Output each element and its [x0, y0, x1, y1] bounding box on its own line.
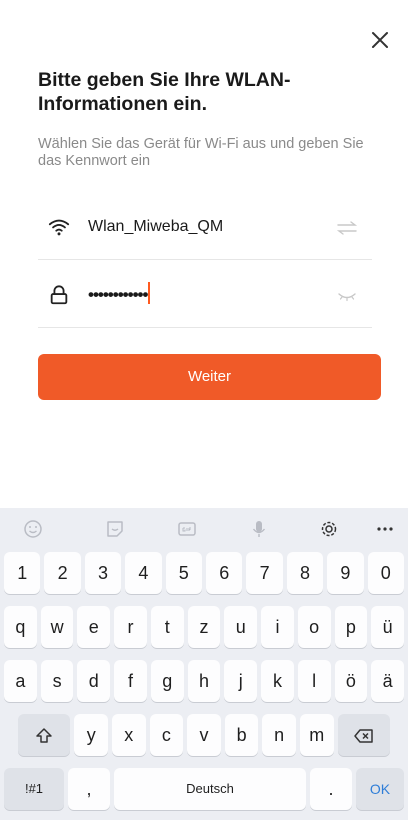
key-e[interactable]: e: [77, 606, 111, 648]
key-c[interactable]: c: [149, 714, 184, 756]
space-key[interactable]: Deutsch: [114, 768, 306, 810]
key-a[interactable]: a: [4, 660, 37, 702]
close-button[interactable]: [368, 28, 392, 52]
key-j[interactable]: j: [224, 660, 258, 702]
key-m[interactable]: m: [300, 714, 334, 756]
eye-closed-icon[interactable]: [336, 288, 358, 304]
key-o[interactable]: o: [297, 606, 331, 648]
key-q[interactable]: q: [4, 606, 37, 648]
key-r[interactable]: r: [114, 606, 147, 648]
key-n[interactable]: n: [262, 714, 296, 756]
keyboard-toolbar: [0, 508, 408, 550]
shift-icon: [36, 728, 53, 743]
lock-icon: [50, 285, 68, 305]
key-s[interactable]: s: [40, 660, 74, 702]
wifi-icon: [48, 219, 70, 236]
next-button[interactable]: Weiter: [38, 354, 381, 400]
symbols-key[interactable]: !#1: [4, 768, 64, 810]
password-input[interactable]: ••••••••••••: [88, 282, 151, 305]
key-w[interactable]: w: [40, 606, 74, 648]
key-ä[interactable]: ä: [371, 660, 404, 702]
key-6[interactable]: 6: [206, 552, 243, 594]
key-x[interactable]: x: [112, 714, 146, 756]
key-5[interactable]: 5: [165, 552, 202, 594]
settings-icon[interactable]: [318, 518, 340, 540]
page-title: Bitte geben Sie Ihre WLAN-Informationen …: [38, 69, 291, 115]
key-d[interactable]: d: [77, 660, 111, 702]
key-g[interactable]: g: [150, 660, 184, 702]
key-v[interactable]: v: [187, 714, 221, 756]
backspace-icon: [353, 729, 373, 743]
password-field[interactable]: ••••••••••••: [38, 264, 372, 328]
onscreen-keyboard: 1 2 3 4 5 6 7 8 9 0 q w e r t z u i o p ü a s d f g h j k l ö ä y x c v b n m!…: [0, 508, 408, 820]
close-icon: [372, 32, 388, 48]
switch-network-icon[interactable]: [336, 220, 358, 236]
wifi-network-field[interactable]: Wlan_Miweba_QM: [38, 196, 372, 260]
key-h[interactable]: h: [187, 660, 221, 702]
period-key[interactable]: .: [310, 768, 352, 810]
shift-key[interactable]: [18, 714, 71, 756]
wifi-ssid: Wlan_Miweba_QM: [88, 218, 224, 235]
backspace-key[interactable]: [337, 714, 390, 756]
key-4[interactable]: 4: [125, 552, 162, 594]
key-y[interactable]: y: [74, 714, 108, 756]
key-t[interactable]: t: [150, 606, 184, 648]
key-7[interactable]: 7: [246, 552, 283, 594]
more-icon[interactable]: [374, 518, 396, 540]
page-subtitle: Wählen Sie das Gerät für Wi-Fi aus und g…: [38, 136, 364, 169]
emoji-icon[interactable]: [22, 518, 44, 540]
key-i[interactable]: i: [261, 606, 294, 648]
key-1[interactable]: 1: [4, 552, 41, 594]
key-9[interactable]: 9: [327, 552, 364, 594]
key-8[interactable]: 8: [286, 552, 324, 594]
key-u[interactable]: u: [224, 606, 258, 648]
key-z[interactable]: z: [187, 606, 221, 648]
sticker-icon[interactable]: [104, 518, 126, 540]
comma-key[interactable]: ,: [68, 768, 110, 810]
key-2[interactable]: 2: [44, 552, 81, 594]
key-b[interactable]: b: [224, 714, 259, 756]
key-0[interactable]: 0: [367, 552, 404, 594]
ok-key[interactable]: OK: [356, 768, 404, 810]
text-cursor: [148, 282, 151, 304]
microphone-icon[interactable]: [248, 518, 270, 540]
key-p[interactable]: p: [334, 606, 368, 648]
key-l[interactable]: l: [297, 660, 331, 702]
key-k[interactable]: k: [261, 660, 294, 702]
key-ö[interactable]: ö: [334, 660, 368, 702]
gif-icon[interactable]: [176, 518, 198, 540]
key-f[interactable]: f: [114, 660, 147, 702]
key-ü[interactable]: ü: [371, 606, 404, 648]
key-3[interactable]: 3: [84, 552, 122, 594]
